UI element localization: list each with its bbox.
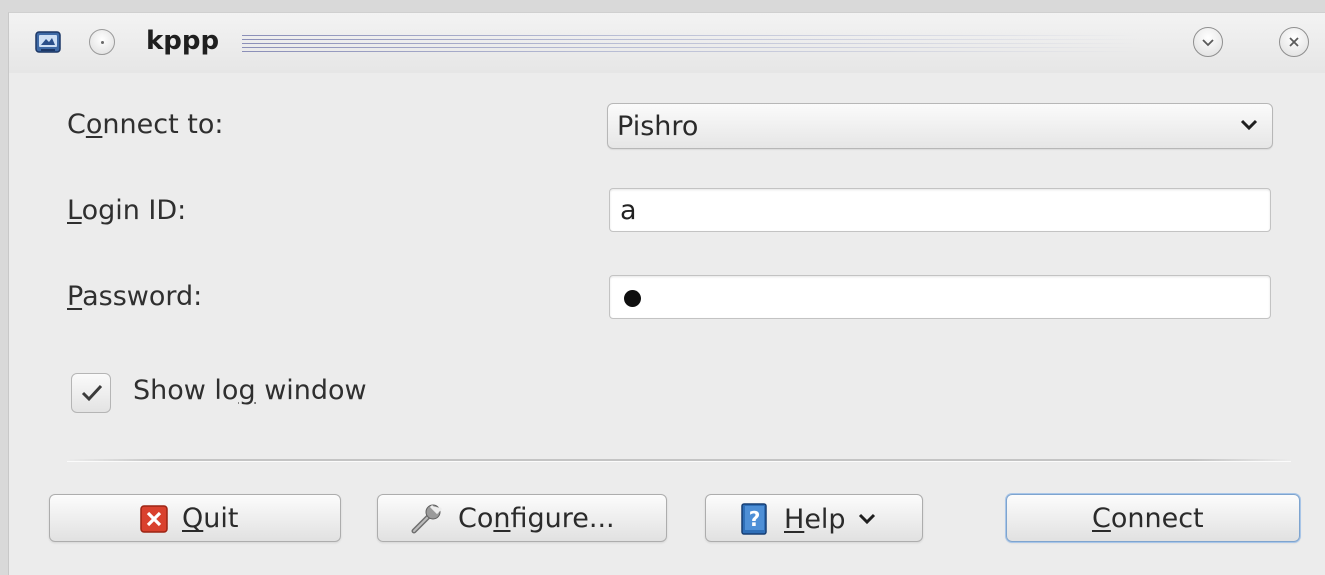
show-log-label-pre: Show lo (133, 375, 239, 406)
password-mask-dot (624, 290, 641, 307)
quit-x-icon (140, 504, 168, 533)
password-label: Password: (67, 281, 202, 312)
configure-label-post: figure... (510, 503, 615, 534)
close-button[interactable] (1279, 27, 1309, 57)
login-id-field[interactable]: a (609, 188, 1271, 232)
login-id-label: Login ID: (67, 195, 186, 226)
svg-text:?: ? (749, 507, 761, 531)
title-decoration (242, 35, 1142, 55)
check-icon (81, 384, 103, 402)
kppp-window: kppp Connect to: Pishro Login ID: a Pass… (8, 12, 1325, 575)
connect-to-label: Connect to: (67, 109, 223, 140)
password-label-accel: P (67, 281, 83, 312)
quit-label: Quit (182, 503, 238, 534)
connect-label-accel: C (1092, 503, 1111, 534)
show-log-checkbox[interactable] (71, 373, 111, 413)
help-label-accel: H (784, 503, 805, 535)
connect-label-post: onnect (1110, 503, 1204, 534)
configure-label: Configure... (458, 503, 615, 534)
window-menu-icon[interactable] (89, 29, 115, 55)
configure-label-pre: Co (458, 503, 494, 534)
help-button[interactable]: ? Help (705, 494, 923, 542)
show-log-label-accel: g (238, 375, 256, 406)
configure-button[interactable]: Configure... (377, 494, 667, 542)
quit-label-post: uit (203, 503, 239, 534)
connect-label: Connect (1092, 503, 1204, 534)
kppp-app-icon[interactable] (35, 29, 61, 55)
close-icon (1289, 37, 1299, 47)
chevron-down-icon (858, 513, 875, 525)
connect-to-label-post: nnect to: (102, 109, 224, 140)
wrench-icon (411, 504, 443, 533)
connect-to-select[interactable]: Pishro (607, 103, 1273, 149)
connect-to-label-accel: o (85, 109, 103, 140)
help-label-post: elp (804, 503, 846, 535)
chevron-down-icon (1240, 119, 1258, 131)
separator (67, 459, 1291, 462)
help-book-icon: ? (741, 503, 767, 535)
login-id-label-accel: L (67, 195, 82, 226)
connect-to-label-pre: C (67, 109, 86, 140)
title-bar[interactable]: kppp (9, 13, 1325, 73)
chevron-down-icon (1202, 39, 1214, 47)
window-title: kppp (146, 26, 220, 56)
password-field[interactable] (609, 275, 1271, 319)
login-id-label-post: ogin ID: (81, 195, 187, 226)
show-log-label-post: window (255, 375, 367, 406)
login-id-value: a (620, 195, 637, 226)
password-label-post: assword: (82, 281, 203, 312)
quit-button[interactable]: Quit (49, 494, 341, 542)
quit-label-accel: Q (182, 503, 204, 534)
minimize-button[interactable] (1193, 27, 1223, 57)
show-log-label[interactable]: Show log window (133, 375, 367, 406)
connect-button[interactable]: Connect (1006, 494, 1300, 542)
help-label: Help (784, 504, 846, 535)
configure-label-accel: n (493, 503, 511, 534)
connect-to-value: Pishro (617, 111, 699, 142)
